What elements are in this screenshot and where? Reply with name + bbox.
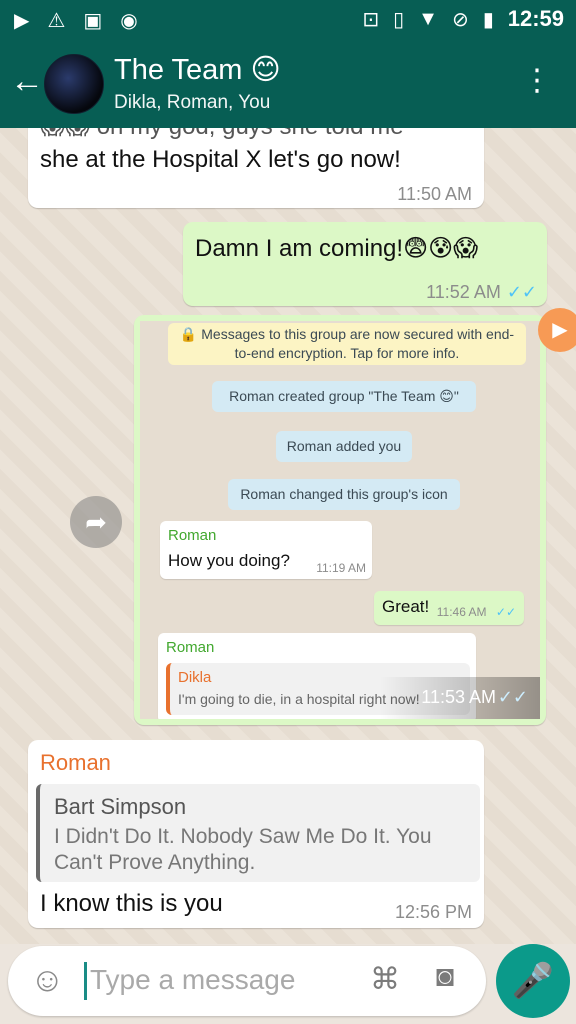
image-content: 🔒 Messages to this group are now secured… [140, 321, 540, 719]
back-arrow-icon[interactable]: ← [10, 64, 44, 98]
read-ticks-icon: ✓✓ [506, 282, 537, 302]
composer-bar: ☺ Type a message ⌘ ◙ 🎤 [0, 944, 576, 1024]
quoted-message[interactable]: Bart Simpson I Didn't Do It. Nobody Saw … [36, 784, 480, 882]
message-time-value: 11:52 AM [426, 282, 501, 302]
image-bubble-outgoing: Great! 11:46 AM ✓✓ [374, 591, 524, 625]
message-text: Damn I am coming!😨😰😱 [195, 235, 479, 262]
image-icon: ▣ [83, 10, 103, 32]
image-read-ticks-icon: ✓✓ [495, 605, 516, 619]
cast-icon: ⊡ [362, 8, 380, 31]
attach-icon[interactable]: ⌘ [370, 962, 400, 997]
message-time: 11:50 AM [397, 184, 472, 204]
image-message-time-value: 11:46 AM [436, 605, 487, 619]
message-outgoing[interactable]: Damn I am coming!😨😰😱 11:52 AM ✓✓ [183, 222, 547, 306]
mic-button[interactable]: 🎤 [496, 944, 570, 1018]
video-icon: ▶ [14, 10, 30, 32]
status-bar: ▶ ⚠ ▣ ◉ ⊡ ▯ ▼ ⊘ ▮ 12:59 [0, 0, 576, 38]
forward-icon[interactable]: ➦ [70, 496, 122, 548]
vibrate-icon: ▯ [393, 8, 405, 31]
image-sender-name: Roman [168, 527, 217, 544]
message-incoming-reply[interactable]: Roman Bart Simpson I Didn't Do It. Nobod… [28, 740, 484, 928]
cat-icon: ◉ [120, 10, 138, 32]
message-text: I know this is you [40, 890, 223, 917]
quote-text: I Didn't Do It. Nobody Saw Me Do It. You… [54, 825, 432, 874]
image-message-time: 11:46 AM ✓✓ [437, 605, 516, 619]
message-placeholder: Type a message [90, 964, 296, 995]
message-input[interactable]: ☺ Type a message ⌘ ◙ [8, 946, 486, 1016]
message-time: 12:56 PM [394, 902, 472, 922]
message-text: she at the Hospital X let's go now! [40, 146, 401, 173]
message-image[interactable]: 🔒 Messages to this group are now secured… [134, 315, 546, 725]
encryption-notice: 🔒 Messages to this group are now secured… [168, 323, 526, 365]
mic-icon: 🎤 [511, 962, 555, 1000]
quote-author: Bart Simpson [54, 794, 187, 819]
system-message: Roman added you [276, 431, 412, 462]
message-partial-text: 😱😱 oh my god, guys she told me [40, 113, 404, 140]
image-message-time: 11:19 AM [316, 561, 366, 575]
emoji-icon[interactable]: ☺ [30, 962, 65, 998]
system-message: Roman changed this group's icon [228, 479, 460, 510]
read-ticks-icon: ✓✓ [497, 687, 528, 707]
camera-icon[interactable]: ▶ [538, 308, 576, 352]
chat-title[interactable]: The Team 😊 [114, 52, 281, 87]
message-time: 11:53 AM [421, 687, 496, 707]
camera-icon[interactable]: ◙ [436, 960, 454, 994]
image-message-text: How you doing? [168, 551, 290, 570]
wifi-icon: ▼ [418, 7, 438, 30]
text-caret [84, 962, 87, 1000]
alert-icon: ⚠ [47, 10, 66, 32]
more-options-icon[interactable]: ⋮ [522, 66, 552, 96]
no-sim-icon: ⊘ [451, 8, 469, 31]
image-message-text: Great! [382, 597, 430, 616]
battery-icon: ▮ [482, 8, 494, 31]
message-incoming[interactable]: 😱😱 oh my god, guys she told me she at th… [28, 104, 484, 208]
image-quote-author: Dikla [178, 669, 212, 686]
sender-name: Roman [40, 750, 111, 775]
image-bubble-incoming: Roman How you doing? 11:19 AM [160, 521, 372, 579]
system-message: Roman created group "The Team 😊" [212, 381, 476, 412]
image-time-overlay: 11:53 AM ✓✓ [380, 677, 540, 719]
image-sender-name: Roman [166, 639, 215, 656]
message-time: 11:52 AM ✓✓ [426, 282, 537, 303]
status-time: 12:59 [507, 6, 564, 31]
